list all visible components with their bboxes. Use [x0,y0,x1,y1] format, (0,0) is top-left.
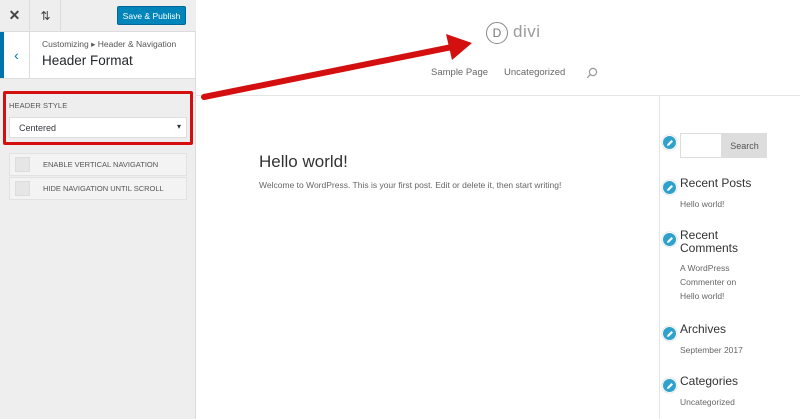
post-title[interactable]: Hello world! [259,152,348,172]
pencil-icon[interactable] [662,232,677,247]
recent-posts-title: Recent Posts [680,176,752,190]
recent-comment-post[interactable]: Hello world! [680,289,724,303]
archive-link[interactable]: September 2017 [680,343,743,357]
recent-comments-title: Comments [680,241,739,255]
archives-title: Archives [680,322,727,336]
post-excerpt: Welcome to WordPress. This is your first… [259,180,562,190]
pencil-icon[interactable] [662,135,677,150]
widget-search-input[interactable] [680,133,722,158]
recent-comment-author[interactable]: A WordPress [680,261,729,275]
recent-post-link[interactable]: Hello world! [680,197,724,211]
recent-comment-text: Commenter on [680,277,737,287]
sidebar-divider [659,95,660,419]
pencil-icon[interactable] [662,326,677,341]
widget-search-button[interactable]: Search [722,133,767,158]
categories-title: Categories [680,374,739,388]
pencil-icon[interactable] [662,180,677,195]
pencil-icon[interactable] [662,378,677,393]
category-link[interactable]: Uncategorized [680,395,735,409]
